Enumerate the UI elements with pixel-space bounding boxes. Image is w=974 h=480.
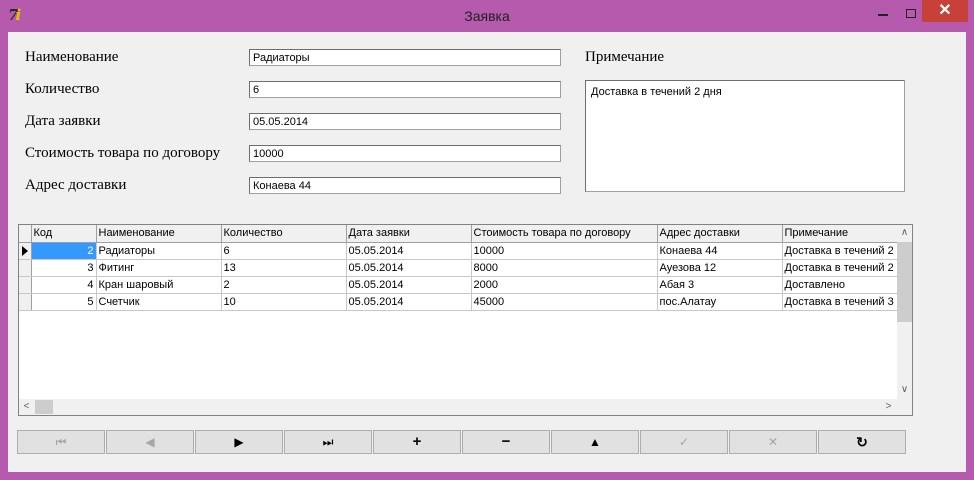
cell-note[interactable]: Доставка в течений 2: [782, 259, 898, 277]
row-indicator: [19, 276, 32, 294]
header-indicator-cell: [19, 225, 32, 243]
vertical-scroll-thumb[interactable]: [897, 242, 912, 322]
horizontal-scroll-thumb[interactable]: [35, 400, 53, 414]
column-header-cost[interactable]: Стоимость товара по договору: [471, 225, 658, 243]
prior-record-icon: ◀: [145, 435, 155, 449]
cell-code[interactable]: 4: [31, 276, 97, 294]
name-label: Наименование: [25, 49, 119, 65]
cell-cost[interactable]: 10000: [471, 242, 658, 260]
requests-grid[interactable]: Код Наименование Количество Дата заявки …: [18, 224, 913, 416]
cell-name[interactable]: Радиаторы: [96, 242, 222, 260]
contract-cost-label: Стоимость товара по договору: [25, 145, 221, 161]
request-date-field[interactable]: 05.05.2014: [249, 113, 561, 130]
cell-code[interactable]: 5: [31, 293, 97, 311]
column-header-name[interactable]: Наименование: [96, 225, 222, 243]
current-row-pointer-icon: [22, 245, 28, 256]
plus-icon: +: [412, 433, 422, 450]
nav-prior-button[interactable]: ◀: [106, 430, 194, 454]
column-header-note[interactable]: Примечание: [782, 225, 898, 243]
cell-quantity[interactable]: 13: [221, 259, 347, 277]
close-button[interactable]: ✕: [922, 0, 968, 22]
grid-header-row: Код Наименование Количество Дата заявки …: [19, 225, 898, 243]
table-row[interactable]: 3 Фитинг 13 05.05.2014 8000 Ауезова 12 Д…: [19, 259, 898, 277]
nav-delete-button[interactable]: −: [462, 430, 550, 454]
column-header-address[interactable]: Адрес доставки: [657, 225, 783, 243]
note-memo[interactable]: Доставка в течений 2 дня: [585, 80, 905, 192]
column-header-date[interactable]: Дата заявки: [346, 225, 472, 243]
title-bar[interactable]: 7i Заявка ✕: [0, 0, 974, 32]
nav-next-button[interactable]: ▶: [195, 430, 283, 454]
db-navigator: ⏮ ◀ ▶ ⏭ + − ▲ ✓ ✕ ↻: [17, 430, 907, 456]
delivery-address-label: Адрес доставки: [25, 177, 127, 193]
quantity-label: Количество: [25, 81, 100, 97]
scroll-left-icon[interactable]: <: [19, 399, 34, 414]
nav-cancel-button[interactable]: ✕: [729, 430, 817, 454]
cell-name[interactable]: Счетчик: [96, 293, 222, 311]
close-icon: ✕: [938, 2, 952, 19]
minus-icon: −: [501, 433, 511, 450]
nav-insert-button[interactable]: +: [373, 430, 461, 454]
next-record-icon: ▶: [234, 435, 244, 449]
cell-quantity[interactable]: 10: [221, 293, 347, 311]
column-header-code[interactable]: Код: [31, 225, 97, 243]
maximize-icon: [906, 9, 916, 18]
cell-address[interactable]: Абая 3: [657, 276, 783, 294]
grid-table: Код Наименование Количество Дата заявки …: [19, 225, 898, 311]
cancel-x-icon: ✕: [767, 435, 779, 449]
cell-quantity[interactable]: 2: [221, 276, 347, 294]
cell-quantity[interactable]: 6: [221, 242, 347, 260]
scrollbar-corner: [897, 399, 912, 415]
cell-date[interactable]: 05.05.2014: [346, 293, 472, 311]
quantity-field[interactable]: 6: [249, 81, 561, 98]
last-record-icon: ⏭: [322, 435, 334, 449]
nav-first-button[interactable]: ⏮: [17, 430, 105, 454]
window-title: Заявка: [464, 8, 510, 24]
cell-code[interactable]: 3: [31, 259, 97, 277]
form-client-area: Наименование Радиаторы Количество 6 Дата…: [8, 32, 966, 472]
horizontal-scrollbar[interactable]: < >: [19, 399, 897, 415]
cell-date[interactable]: 05.05.2014: [346, 276, 472, 294]
nav-edit-button[interactable]: ▲: [551, 430, 639, 454]
name-field[interactable]: Радиаторы: [249, 49, 561, 66]
cell-date[interactable]: 05.05.2014: [346, 242, 472, 260]
cell-name[interactable]: Фитинг: [96, 259, 222, 277]
scroll-down-icon[interactable]: ∨: [897, 382, 912, 397]
row-indicator: [19, 259, 32, 277]
note-label: Примечание: [585, 49, 665, 65]
refresh-icon: ↻: [856, 434, 868, 450]
cell-address[interactable]: пос.Алатау: [657, 293, 783, 311]
cell-note[interactable]: Доставлено: [782, 276, 898, 294]
cell-note[interactable]: Доставка в течений 3: [782, 293, 898, 311]
nav-last-button[interactable]: ⏭: [284, 430, 372, 454]
checkmark-icon: ✓: [678, 435, 690, 449]
cell-note[interactable]: Доставка в течений 2: [782, 242, 898, 260]
scroll-right-icon[interactable]: >: [881, 399, 896, 414]
table-row[interactable]: 2 Радиаторы 6 05.05.2014 10000 Конаева 4…: [19, 242, 898, 260]
edit-up-triangle-icon: ▲: [589, 435, 601, 449]
cell-address[interactable]: Ауезова 12: [657, 259, 783, 277]
table-row[interactable]: 5 Счетчик 10 05.05.2014 45000 пос.Алатау…: [19, 293, 898, 311]
cell-cost[interactable]: 2000: [471, 276, 658, 294]
cell-cost[interactable]: 8000: [471, 259, 658, 277]
contract-cost-field[interactable]: 10000: [249, 145, 561, 162]
cell-code[interactable]: 2: [31, 242, 97, 260]
cell-name[interactable]: Кран шаровый: [96, 276, 222, 294]
app-window: 7i Заявка ✕ Наименование Радиаторы Колич…: [0, 0, 974, 480]
row-indicator: [19, 242, 32, 260]
minimize-icon: [878, 14, 888, 16]
column-header-quantity[interactable]: Количество: [221, 225, 347, 243]
scroll-up-icon[interactable]: ∧: [897, 225, 912, 240]
first-record-icon: ⏮: [55, 435, 67, 449]
delivery-address-field[interactable]: Конаева 44: [249, 177, 561, 194]
cell-date[interactable]: 05.05.2014: [346, 259, 472, 277]
nav-refresh-button[interactable]: ↻: [818, 430, 906, 454]
request-date-label: Дата заявки: [25, 113, 101, 129]
vertical-scrollbar[interactable]: ∧ ∨: [897, 225, 912, 399]
nav-post-button[interactable]: ✓: [640, 430, 728, 454]
row-indicator: [19, 293, 32, 311]
cell-address[interactable]: Конаева 44: [657, 242, 783, 260]
table-row[interactable]: 4 Кран шаровый 2 05.05.2014 2000 Абая 3 …: [19, 276, 898, 294]
cell-cost[interactable]: 45000: [471, 293, 658, 311]
